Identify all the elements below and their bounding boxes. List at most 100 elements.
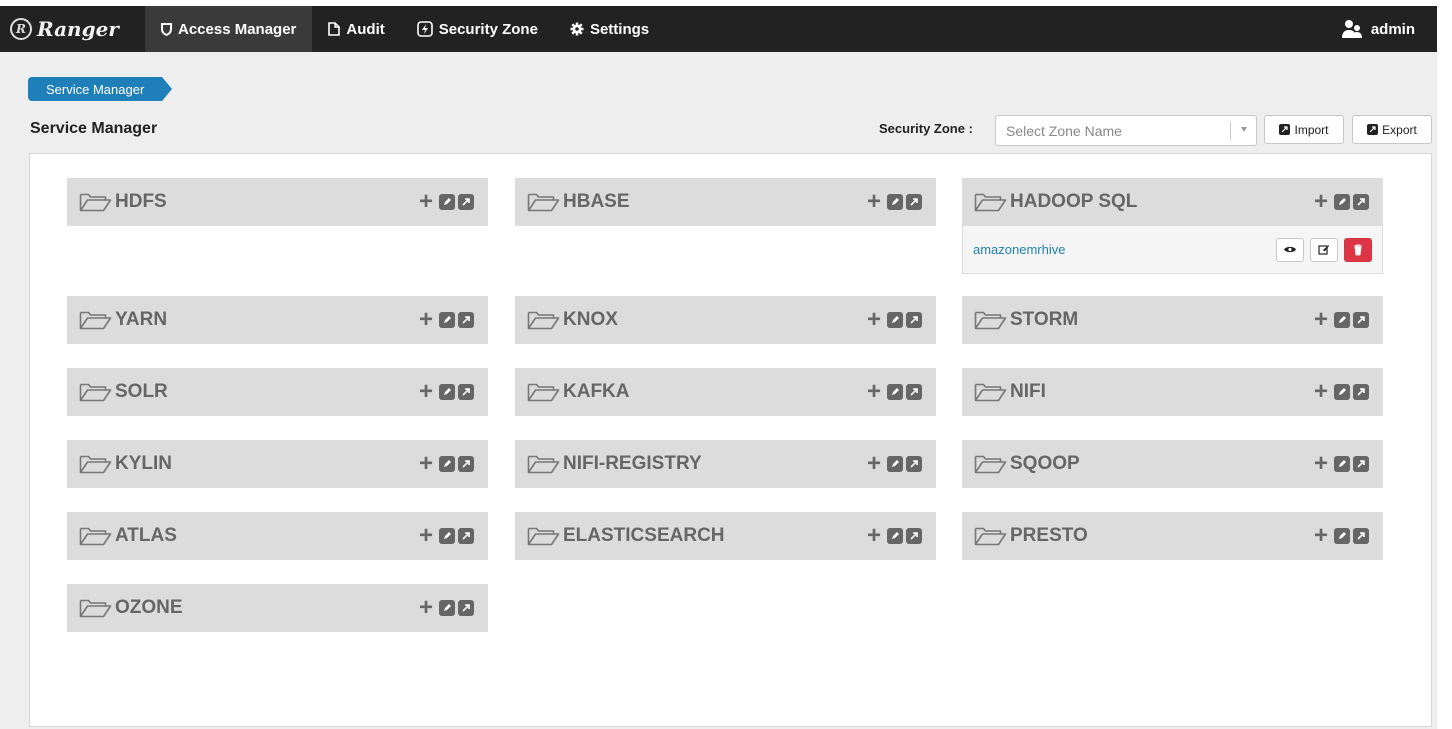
service-header: KAFKA + <box>515 368 936 416</box>
add-service-button[interactable]: + <box>1314 190 1328 214</box>
user-group-icon <box>1341 19 1363 39</box>
external-link-icon[interactable] <box>1353 312 1369 328</box>
service-actions: + <box>867 524 922 548</box>
folder-icon <box>527 381 561 403</box>
external-link-icon[interactable] <box>906 194 922 210</box>
edit-icon[interactable] <box>439 456 455 472</box>
service-header: HADOOP SQL + <box>962 178 1383 226</box>
external-link-icon[interactable] <box>906 384 922 400</box>
service-header: NIFI + <box>962 368 1383 416</box>
delete-button[interactable] <box>1344 237 1372 262</box>
edit-icon[interactable] <box>1334 528 1350 544</box>
edit-icon[interactable] <box>1334 384 1350 400</box>
add-service-button[interactable]: + <box>1314 452 1328 476</box>
external-link-icon[interactable] <box>1353 456 1369 472</box>
folder-icon <box>527 525 561 547</box>
breadcrumb[interactable]: Service Manager <box>28 77 173 101</box>
nav-security-zone-label: Security Zone <box>438 20 538 38</box>
brand-logo[interactable]: R Ranger <box>0 6 145 52</box>
service-actions: + <box>1314 190 1369 214</box>
add-service-button[interactable]: + <box>867 190 881 214</box>
edit-icon[interactable] <box>439 194 455 210</box>
edit-icon[interactable] <box>439 528 455 544</box>
import-button[interactable]: Import <box>1264 115 1344 144</box>
edit-button[interactable] <box>1310 237 1338 262</box>
edit-icon[interactable] <box>1334 194 1350 210</box>
service-header: NIFI-REGISTRY + <box>515 440 936 488</box>
edit-icon[interactable] <box>1334 312 1350 328</box>
external-link-icon[interactable] <box>458 528 474 544</box>
external-link-icon[interactable] <box>906 456 922 472</box>
folder-icon <box>974 381 1008 403</box>
external-link-icon[interactable] <box>458 456 474 472</box>
service-header: KNOX + <box>515 296 936 344</box>
export-icon <box>1367 124 1379 135</box>
folder-icon <box>79 309 113 331</box>
view-button[interactable] <box>1276 237 1304 262</box>
external-link-icon[interactable] <box>1353 528 1369 544</box>
add-service-button[interactable]: + <box>419 190 433 214</box>
nav-settings[interactable]: Settings <box>554 6 665 52</box>
edit-icon[interactable] <box>887 194 903 210</box>
add-service-button[interactable]: + <box>419 380 433 404</box>
service-header: HBASE + <box>515 178 936 226</box>
add-service-button[interactable]: + <box>1314 308 1328 332</box>
nav-access-manager-label: Access Manager <box>178 20 297 38</box>
edit-icon[interactable] <box>887 312 903 328</box>
edit-icon[interactable] <box>439 600 455 616</box>
add-service-button[interactable]: + <box>419 452 433 476</box>
edit-icon[interactable] <box>439 384 455 400</box>
service-card-ozone: OZONE + <box>67 584 488 632</box>
export-button[interactable]: Export <box>1352 115 1432 144</box>
bolt-icon <box>416 21 433 37</box>
edit-icon[interactable] <box>439 312 455 328</box>
add-service-button[interactable]: + <box>867 524 881 548</box>
external-link-icon[interactable] <box>906 312 922 328</box>
brand-name: Ranger <box>37 17 119 41</box>
shield-icon <box>161 22 172 36</box>
service-link[interactable]: amazonemrhive <box>973 242 1066 257</box>
folder-icon <box>79 525 113 547</box>
edit-icon[interactable] <box>1334 456 1350 472</box>
external-link-icon[interactable] <box>458 194 474 210</box>
add-service-button[interactable]: + <box>867 452 881 476</box>
service-title: KYLIN <box>115 453 172 474</box>
external-link-icon[interactable] <box>458 384 474 400</box>
external-link-icon[interactable] <box>906 528 922 544</box>
edit-icon[interactable] <box>887 456 903 472</box>
external-link-icon[interactable] <box>1353 384 1369 400</box>
service-title: ATLAS <box>115 525 177 546</box>
add-service-button[interactable]: + <box>867 308 881 332</box>
add-service-button[interactable]: + <box>419 596 433 620</box>
export-label: Export <box>1382 122 1417 137</box>
add-service-button[interactable]: + <box>419 308 433 332</box>
service-actions: + <box>1314 308 1369 332</box>
user-name: admin <box>1370 20 1415 38</box>
add-service-button[interactable]: + <box>1314 524 1328 548</box>
nav-access-manager[interactable]: Access Manager <box>145 6 313 52</box>
add-service-button[interactable]: + <box>419 524 433 548</box>
add-service-button[interactable]: + <box>867 380 881 404</box>
edit-icon[interactable] <box>887 528 903 544</box>
security-zone-select[interactable]: Select Zone Name <box>995 115 1257 146</box>
service-actions: + <box>867 380 922 404</box>
user-menu[interactable]: admin <box>1341 19 1415 39</box>
service-title: YARN <box>115 309 168 330</box>
folder-icon <box>79 191 113 213</box>
external-link-icon[interactable] <box>458 600 474 616</box>
eye-icon <box>1283 245 1297 254</box>
service-header: ELASTICSEARCH + <box>515 512 936 560</box>
nav-security-zone[interactable]: Security Zone <box>401 6 554 52</box>
nav-audit[interactable]: Audit <box>312 6 400 52</box>
import-icon <box>1279 124 1291 135</box>
add-service-button[interactable]: + <box>1314 380 1328 404</box>
service-title: SQOOP <box>1010 453 1080 474</box>
external-link-icon[interactable] <box>458 312 474 328</box>
service-actions: + <box>419 452 474 476</box>
edit-icon[interactable] <box>887 384 903 400</box>
service-header: STORM + <box>962 296 1383 344</box>
ranger-logo-icon: R <box>10 18 32 40</box>
service-title: HADOOP SQL <box>1010 191 1138 212</box>
external-link-icon[interactable] <box>1353 194 1369 210</box>
service-title: PRESTO <box>1010 525 1088 546</box>
